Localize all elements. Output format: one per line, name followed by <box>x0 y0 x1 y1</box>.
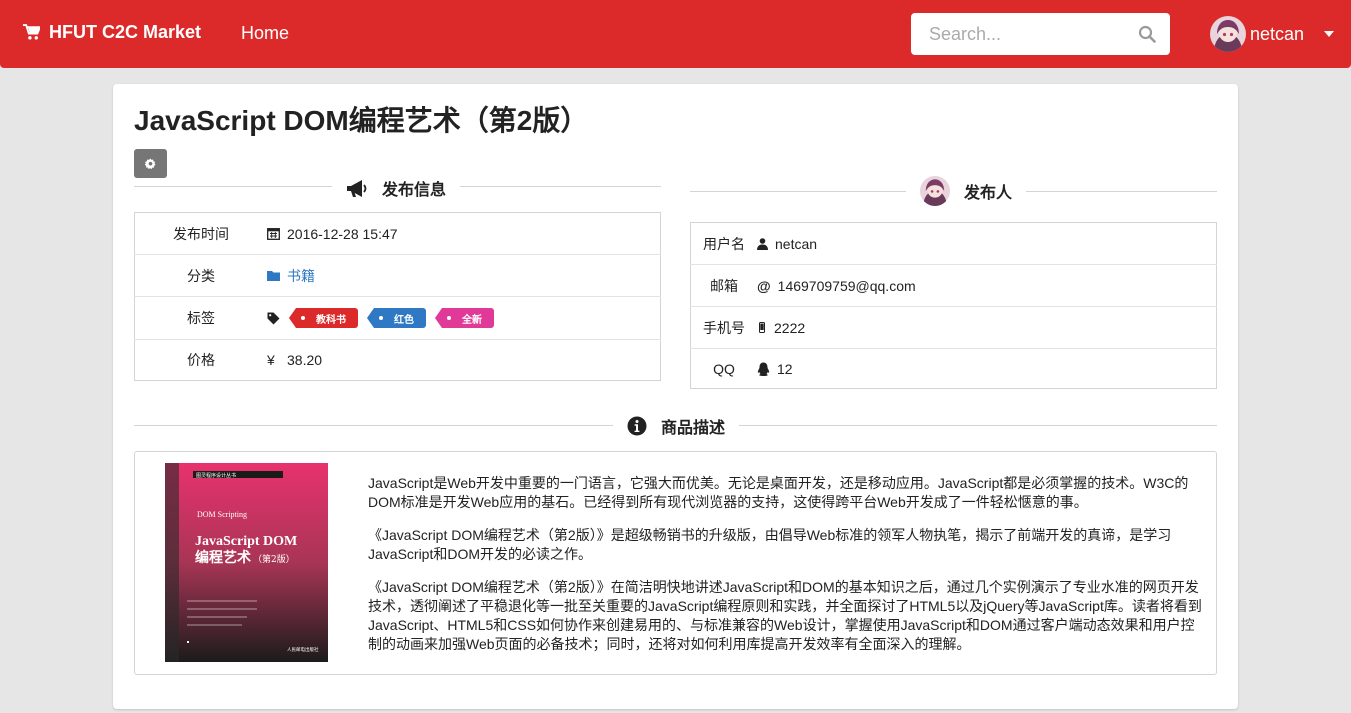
user-icon <box>757 237 768 250</box>
tag-icon <box>267 312 280 324</box>
table-row: 邮箱 @ 1469709759@qq.com <box>690 264 1217 307</box>
publish-section-title: 发布信息 <box>382 182 447 199</box>
tag-text: 红色 <box>394 314 414 326</box>
mobile-phone-icon <box>759 322 765 333</box>
username-label: netcan <box>1250 23 1305 44</box>
publisher-username: netcan <box>775 235 818 252</box>
brand-text: HFUT C2C Market <box>49 22 202 42</box>
tag-dot <box>301 316 305 320</box>
description-section-title: 商品描述 <box>661 420 726 437</box>
table-row: 标签 教科书 红色 全新 <box>134 296 661 340</box>
shopping-cart-icon <box>23 24 40 40</box>
publish-section-header: 发布信息 <box>332 176 461 200</box>
product-card: JavaScript DOM编程艺术（第2版） 发布信息 发布时间 2016-1… <box>113 84 1238 709</box>
tag-dot <box>379 316 383 320</box>
tag-text: 全新 <box>462 314 482 326</box>
description-paragraph: 《JavaScript DOM编程艺术（第2版）》是超级畅销书的升级版，由倡导W… <box>368 527 1172 562</box>
book-subtitle-en: DOM Scripting <box>197 510 247 519</box>
folder-icon <box>267 271 280 281</box>
table-row: 用户名 netcan <box>691 223 1217 265</box>
qq-label: QQ <box>690 348 757 389</box>
description-paragraph: JavaScript是Web开发中重要的一门语言，它强大而优美。无论是桌面开发，… <box>368 475 1189 510</box>
publisher-phone: 2222 <box>774 319 806 336</box>
gear-icon <box>145 158 156 169</box>
publisher-email: 1469709759@qq.com <box>777 277 916 294</box>
publish-info-table: 发布时间 2016-12-28 15:47 分类 书籍 标签 教科书 红色 全新… <box>134 212 661 381</box>
tag-badge[interactable]: 教科书 <box>289 308 358 328</box>
description-text: JavaScript是Web开发中重要的一门语言，它强大而优美。无论是桌面开发，… <box>368 474 1208 668</box>
table-row: 价格 ¥ 38.20 <box>134 339 661 381</box>
table-row: 手机号 2222 <box>690 306 1217 349</box>
email-label: 邮箱 <box>690 264 757 307</box>
description-box: 图灵程序设计丛书 DOM Scripting JavaScript DOM 编程… <box>134 451 1217 675</box>
book-title-line2: 编程艺术 <box>195 549 251 566</box>
publisher-avatar <box>920 176 950 206</box>
info-circle-icon <box>627 416 647 436</box>
search-icon[interactable] <box>1138 25 1156 43</box>
book-title-line1: JavaScript DOM <box>195 534 297 549</box>
chevron-down-icon <box>1324 31 1335 37</box>
tags-label: 标签 <box>134 296 267 340</box>
description-paragraph: 《JavaScript DOM编程艺术（第2版）》在简洁明快地讲述JavaScr… <box>368 579 1202 652</box>
nav-home-link[interactable]: Home <box>241 23 289 44</box>
publisher-qq: 12 <box>777 360 793 377</box>
brand-link[interactable]: HFUT C2C Market <box>23 22 201 43</box>
qq-penguin-icon <box>757 362 770 376</box>
category-label: 分类 <box>134 254 267 297</box>
publisher-info-table: 用户名 netcan 邮箱 @ 1469709759@qq.com 手机号 22… <box>690 222 1217 389</box>
page-title: JavaScript DOM编程艺术（第2版） <box>134 105 589 136</box>
book-edition: （第2版） <box>253 553 295 565</box>
book-publisher: 人民邮电出版社 <box>287 646 319 653</box>
settings-button[interactable] <box>134 149 167 178</box>
tag-badge[interactable]: 红色 <box>367 308 426 328</box>
tag-dot <box>447 316 451 320</box>
publisher-section-header: 发布人 <box>906 176 1027 206</box>
tag-text: 教科书 <box>316 314 346 326</box>
price-value: 38.20 <box>287 352 323 368</box>
bullhorn-icon <box>347 179 367 197</box>
publish-time-value: 2016-12-28 15:47 <box>287 225 398 242</box>
publisher-section-title: 发布人 <box>964 185 1013 202</box>
price-label: 价格 <box>134 339 267 381</box>
table-row: QQ 12 <box>690 348 1217 389</box>
category-link[interactable]: 书籍 <box>287 266 315 286</box>
user-menu-toggle[interactable]: netcan <box>1210 16 1335 52</box>
book-cover-image[interactable]: 图灵程序设计丛书 DOM Scripting JavaScript DOM 编程… <box>165 463 328 662</box>
username-label: 用户名 <box>703 235 745 252</box>
avatar <box>1210 16 1246 52</box>
top-navbar: HFUT C2C Market Home netcan <box>0 0 1351 68</box>
tag-badge[interactable]: 全新 <box>435 308 494 328</box>
table-row: 发布时间 2016-12-28 15:47 <box>135 213 661 255</box>
search-box <box>911 13 1170 55</box>
book-series: 图灵程序设计丛书 <box>196 472 236 479</box>
yen-icon: ¥ <box>267 352 275 368</box>
publish-time-label: 发布时间 <box>173 225 229 242</box>
search-input[interactable] <box>911 13 1131 55</box>
calendar-icon <box>267 228 280 240</box>
at-icon: @ <box>757 277 771 294</box>
description-section-header: 商品描述 <box>613 414 740 438</box>
phone-label: 手机号 <box>690 306 757 349</box>
table-row: 分类 书籍 <box>134 254 661 297</box>
